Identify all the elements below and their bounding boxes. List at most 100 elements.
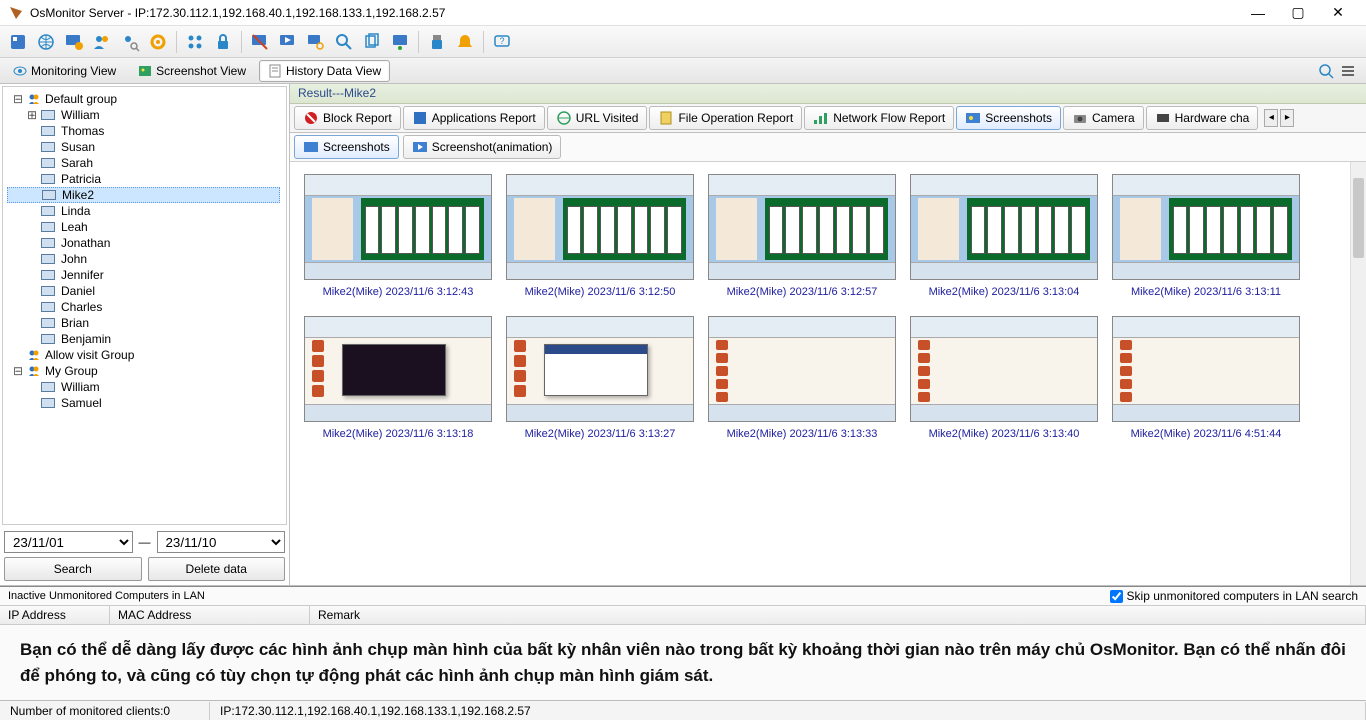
thumbnail-image[interactable] [1112,316,1300,422]
tree-node-charles[interactable]: Charles [9,299,280,315]
tree-node-brian[interactable]: Brian [9,315,280,331]
thumbnail-image[interactable] [910,174,1098,280]
tab-prev-button[interactable]: ◂ [1264,109,1278,127]
monitor-search-icon[interactable] [304,30,328,54]
tree-node-sarah[interactable]: Sarah [9,155,280,171]
maximize-button[interactable]: ▢ [1278,1,1318,25]
tab-monitoring-view[interactable]: Monitoring View [4,60,125,82]
date-from-select[interactable]: 23/11/01 [4,531,133,553]
tree-node-benjamin[interactable]: Benjamin [9,331,280,347]
search-button[interactable]: Search [4,557,142,581]
tab-screenshots[interactable]: Screenshots [956,106,1061,130]
close-button[interactable]: ✕ [1318,1,1358,25]
eye-icon [13,64,27,78]
grid-icon[interactable] [183,30,207,54]
screenshot-thumbnail[interactable]: Mike2(Mike) 2023/11/6 3:12:43 [304,174,492,298]
screenshot-thumbnail[interactable]: Mike2(Mike) 2023/11/6 4:51:44 [1112,316,1300,440]
screenshot-thumbnail[interactable]: Mike2(Mike) 2023/11/6 3:13:11 [1112,174,1300,298]
thumbnail-grid[interactable]: Mike2(Mike) 2023/11/6 3:12:43Mike2(Mike)… [290,162,1366,585]
tree-node-daniel[interactable]: Daniel [9,283,280,299]
users-icon[interactable] [90,30,114,54]
group-icon [27,348,41,362]
user-search-icon[interactable] [118,30,142,54]
group-icon [27,364,41,378]
usb-icon[interactable] [425,30,449,54]
right-pane: Result---Mike2 Block Report Applications… [290,84,1366,585]
thumbnail-image[interactable] [304,316,492,422]
globe-icon[interactable] [34,30,58,54]
tree-node-linda[interactable]: Linda [9,203,280,219]
tab-history-data-view[interactable]: History Data View [259,60,390,82]
tree-node-thomas[interactable]: Thomas [9,123,280,139]
tree-node-jonathan[interactable]: Jonathan [9,235,280,251]
tab-applications-report[interactable]: Applications Report [403,106,545,130]
alert-icon[interactable] [453,30,477,54]
copy-icon[interactable] [360,30,384,54]
subtab-screenshot-animation[interactable]: Screenshot(animation) [403,135,562,159]
computer-icon [41,238,55,248]
minimize-button[interactable]: — [1238,1,1278,25]
tab-file-operation-report[interactable]: File Operation Report [649,106,802,130]
config-icon[interactable] [6,30,30,54]
thumbnail-image[interactable] [910,316,1098,422]
screenshot-thumbnail[interactable]: Mike2(Mike) 2023/11/6 3:12:50 [506,174,694,298]
skip-unmonitored-checkbox[interactable]: Skip unmonitored computers in LAN search [1110,589,1358,603]
group-icon [27,92,41,106]
thumbnail-image[interactable] [708,174,896,280]
list-icon[interactable] [1340,63,1356,79]
col-ip-address[interactable]: IP Address [0,606,110,624]
screenshot-thumbnail[interactable]: Mike2(Mike) 2023/11/6 3:13:40 [910,316,1098,440]
zoom-icon[interactable] [1318,63,1334,79]
thumbnail-image[interactable] [304,174,492,280]
date-to-select[interactable]: 23/11/10 [157,531,286,553]
info-text: Bạn có thể dễ dàng lấy được các hình ảnh… [0,625,1366,700]
tree-node-william[interactable]: William [9,379,280,395]
tree-node-leah[interactable]: Leah [9,219,280,235]
screenshot-thumbnail[interactable]: Mike2(Mike) 2023/11/6 3:13:18 [304,316,492,440]
tree-node-mike2[interactable]: Mike2 [7,187,280,203]
delete-data-button[interactable]: Delete data [148,557,286,581]
gear-icon[interactable] [146,30,170,54]
report-tabs: Block Report Applications Report URL Vis… [290,104,1366,133]
tree-node-jennifer[interactable]: Jennifer [9,267,280,283]
tab-camera[interactable]: Camera [1063,106,1144,130]
thumbnail-image[interactable] [506,174,694,280]
thumbnail-label: Mike2(Mike) 2023/11/6 4:51:44 [1131,428,1282,440]
client-tree[interactable]: ⊟Default group⊞WilliamThomasSusanSarahPa… [2,86,287,525]
screenshot-thumbnail[interactable]: Mike2(Mike) 2023/11/6 3:12:57 [708,174,896,298]
tree-node-william[interactable]: ⊞William [9,107,280,123]
screenshot-thumbnail[interactable]: Mike2(Mike) 2023/11/6 3:13:27 [506,316,694,440]
search-icon[interactable] [332,30,356,54]
tab-url-visited[interactable]: URL Visited [547,106,648,130]
lock-icon[interactable] [211,30,235,54]
tab-network-flow-report[interactable]: Network Flow Report [804,106,954,130]
monitor-network-icon[interactable] [388,30,412,54]
main-area: ⊟Default group⊞WilliamThomasSusanSarahPa… [0,84,1366,586]
col-mac-address[interactable]: MAC Address [110,606,310,624]
tree-node-default-group[interactable]: ⊟Default group [9,91,280,107]
screenshot-thumbnail[interactable]: Mike2(Mike) 2023/11/6 3:13:04 [910,174,1098,298]
tab-label: Screenshot View [156,64,246,78]
subtab-screenshots[interactable]: Screenshots [294,135,399,159]
help-icon[interactable]: ? [490,30,514,54]
tree-node-allow-visit-group[interactable]: Allow visit Group [9,347,280,363]
tab-hardware-change[interactable]: Hardware cha [1146,106,1259,130]
col-remark[interactable]: Remark [310,606,1366,624]
monitor-off-icon[interactable] [248,30,272,54]
tree-node-susan[interactable]: Susan [9,139,280,155]
tab-screenshot-view[interactable]: Screenshot View [129,60,255,82]
tree-node-my-group[interactable]: ⊟My Group [9,363,280,379]
monitor-gear-icon[interactable] [62,30,86,54]
thumbnail-label: Mike2(Mike) 2023/11/6 3:13:40 [929,428,1080,440]
vertical-scrollbar[interactable] [1350,162,1366,585]
tree-node-john[interactable]: John [9,251,280,267]
tab-block-report[interactable]: Block Report [294,106,401,130]
tree-node-patricia[interactable]: Patricia [9,171,280,187]
tree-node-samuel[interactable]: Samuel [9,395,280,411]
thumbnail-image[interactable] [1112,174,1300,280]
screenshot-thumbnail[interactable]: Mike2(Mike) 2023/11/6 3:13:33 [708,316,896,440]
tab-next-button[interactable]: ▸ [1280,109,1294,127]
thumbnail-image[interactable] [506,316,694,422]
monitor-play-icon[interactable] [276,30,300,54]
thumbnail-image[interactable] [708,316,896,422]
